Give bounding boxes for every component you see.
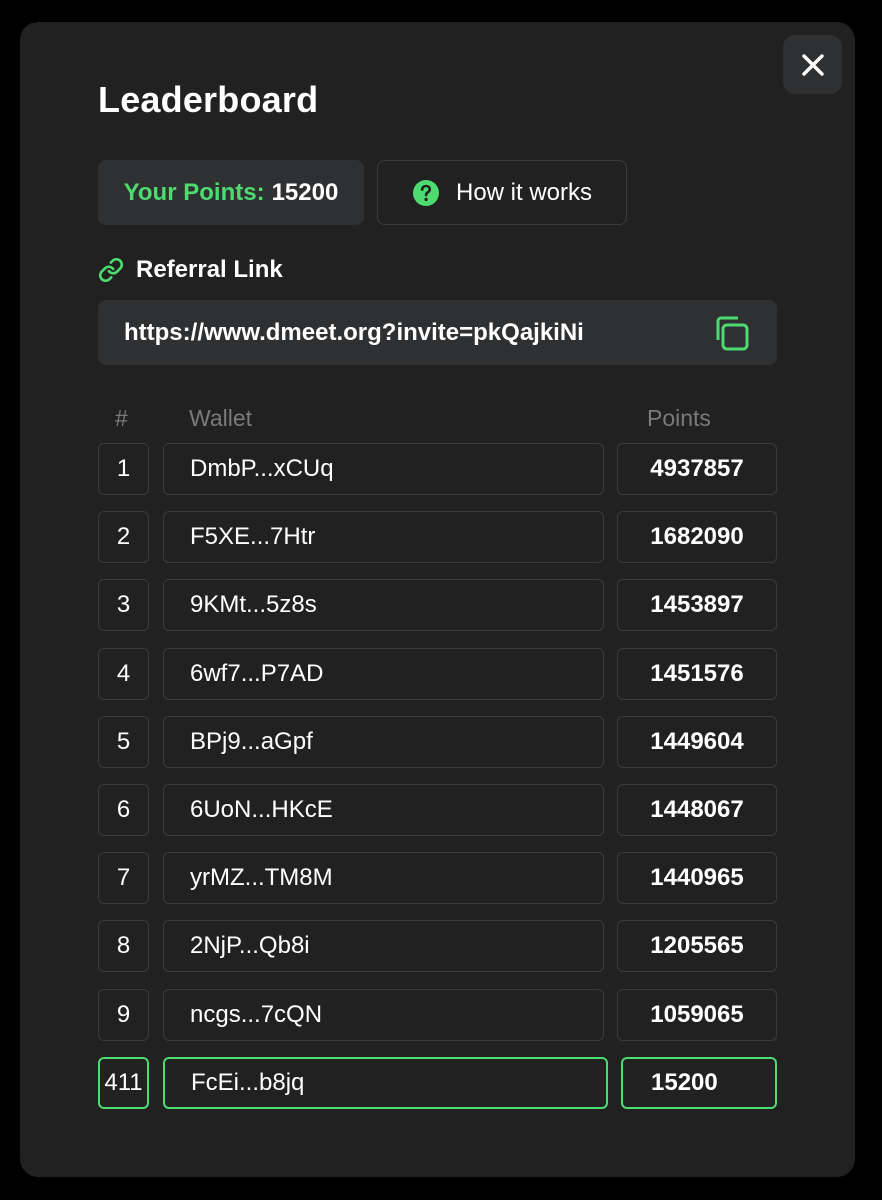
copy-button[interactable] [712, 314, 750, 352]
rank-cell: 7 [98, 852, 149, 904]
current-user-wallet-cell: FcEi...b8jq [163, 1057, 608, 1109]
wallet-cell: 9KMt...5z8s [163, 579, 604, 631]
points-cell: 1205565 [617, 920, 777, 972]
wallet-cell: BPj9...aGpf [163, 716, 604, 768]
points-cell: 1440965 [617, 852, 777, 904]
table-row: 6 6UoN...HKcE 1448067 [20, 784, 855, 838]
rank-cell: 2 [98, 511, 149, 563]
leaderboard-modal: Leaderboard Your Points: 15200 How it wo… [20, 22, 855, 1177]
how-it-works-button[interactable]: How it works [377, 160, 627, 225]
rank-cell: 6 [98, 784, 149, 836]
table-row: 5 BPj9...aGpf 1449604 [20, 716, 855, 770]
points-cell: 1682090 [617, 511, 777, 563]
column-header-rank: # [115, 405, 128, 431]
copy-icon [716, 316, 749, 351]
wallet-cell: 6UoN...HKcE [163, 784, 604, 836]
rank-cell: 8 [98, 920, 149, 972]
wallet-cell: ncgs...7cQN [163, 989, 604, 1041]
current-user-row: 411 FcEi...b8jq 15200 [20, 1057, 855, 1111]
referral-link-label: Referral Link [136, 256, 283, 283]
your-points-value: 15200 [271, 178, 339, 206]
referral-link-field[interactable]: https://www.dmeet.org?invite=pkQajkiNi [98, 300, 777, 365]
current-user-points-cell: 15200 [621, 1057, 777, 1109]
link-icon [98, 257, 124, 283]
table-row: 1 DmbP...xCUq 4937857 [20, 443, 855, 497]
rank-cell: 1 [98, 443, 149, 495]
column-header-points: Points [647, 405, 711, 431]
table-row: 9 ncgs...7cQN 1059065 [20, 989, 855, 1043]
wallet-cell: 2NjP...Qb8i [163, 920, 604, 972]
table-row: 3 9KMt...5z8s 1453897 [20, 579, 855, 633]
rank-cell: 3 [98, 579, 149, 631]
rank-cell: 5 [98, 716, 149, 768]
table-row: 8 2NjP...Qb8i 1205565 [20, 920, 855, 974]
column-header-wallet: Wallet [189, 405, 253, 431]
points-cell: 4937857 [617, 443, 777, 495]
table-row: 7 yrMZ...TM8M 1440965 [20, 852, 855, 906]
wallet-cell: yrMZ...TM8M [163, 852, 604, 904]
how-it-works-label: How it works [455, 178, 593, 206]
table-row: 4 6wf7...P7AD 1451576 [20, 648, 855, 702]
table-row: 2 F5XE...7Htr 1682090 [20, 511, 855, 565]
wallet-cell: 6wf7...P7AD [163, 648, 604, 700]
points-cell: 1451576 [617, 648, 777, 700]
wallet-cell: DmbP...xCUq [163, 443, 604, 495]
page-title: Leaderboard [98, 79, 319, 120]
your-points-badge: Your Points: 15200 [98, 160, 364, 225]
close-icon [801, 53, 824, 76]
points-cell: 1449604 [617, 716, 777, 768]
referral-link-header: Referral Link [98, 254, 283, 286]
your-points-label: Your Points: [123, 178, 265, 206]
points-cell: 1448067 [617, 784, 777, 836]
question-circle-icon [412, 179, 440, 207]
wallet-cell: F5XE...7Htr [163, 511, 604, 563]
rank-cell: 9 [98, 989, 149, 1041]
close-button[interactable] [783, 35, 842, 94]
rank-cell: 4 [98, 648, 149, 700]
referral-url[interactable]: https://www.dmeet.org?invite=pkQajkiNi [124, 300, 584, 365]
current-user-rank-cell: 411 [98, 1057, 149, 1109]
points-cell: 1453897 [617, 579, 777, 631]
points-cell: 1059065 [617, 989, 777, 1041]
